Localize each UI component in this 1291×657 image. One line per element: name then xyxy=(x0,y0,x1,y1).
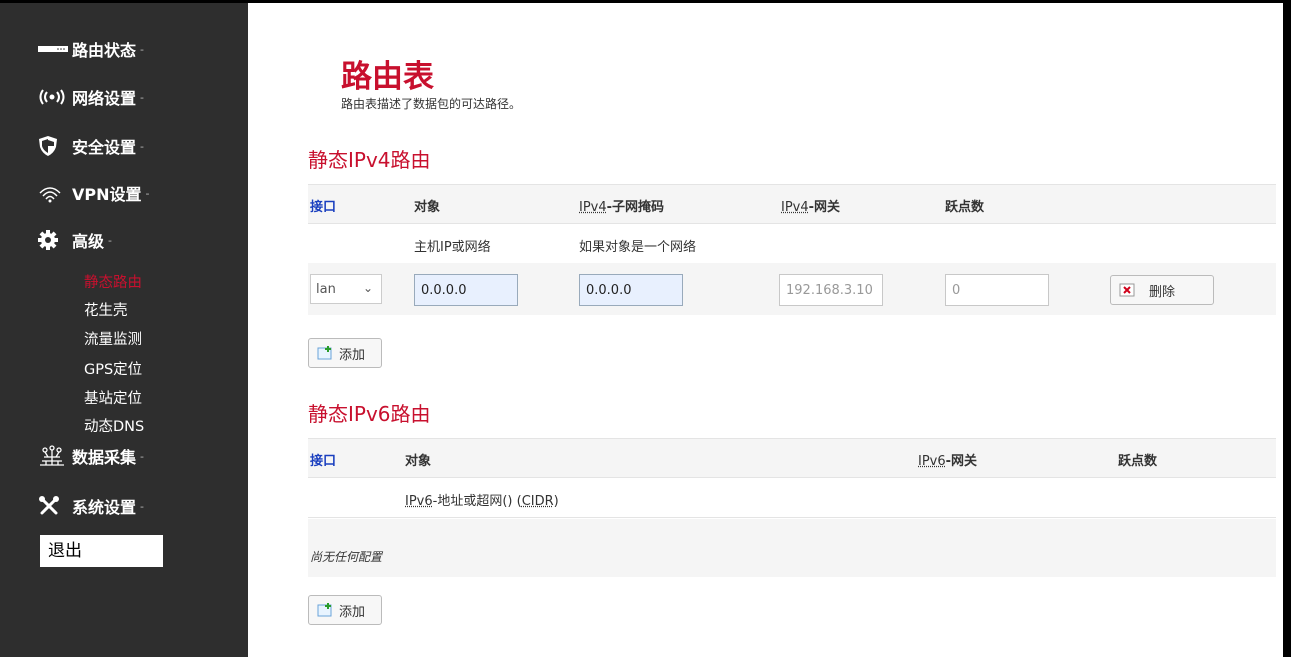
subnav-traffic-monitor[interactable]: 流量监测 xyxy=(84,328,142,349)
add-icon xyxy=(317,346,333,360)
page-description: 路由表描述了数据包的可达路径。 xyxy=(341,97,522,111)
nav-label: 网络设置 xyxy=(72,89,137,108)
header-target: 对象 xyxy=(414,200,441,215)
caret-icon: - xyxy=(145,186,150,200)
caret-icon: - xyxy=(108,233,112,247)
nav-item-security-settings[interactable]: 安全设置 - xyxy=(38,133,144,159)
ipv4-description-row: 主机IP或网络 如果对象是一个网络 xyxy=(308,224,1276,264)
ipv6-table-header: 接口 对象 IPv6-网关 跃点数 xyxy=(308,438,1276,478)
nav-label: 数据采集 xyxy=(72,448,137,467)
netmask-input[interactable]: 0.0.0.0 xyxy=(579,274,683,306)
header-gateway-abbr: IPv4 xyxy=(781,200,809,215)
header-gateway-text: -网关 xyxy=(808,200,841,215)
ipv4-table-header: 接口 对象 IPv4-子网掩码 IPv4-网关 跃点数 xyxy=(308,184,1276,224)
target-hint-text: -地址或超网() ( xyxy=(432,494,522,509)
nav-label: VPN设置 xyxy=(72,185,142,204)
header-interface: 接口 xyxy=(310,200,337,215)
header-gateway: IPv4-网关 xyxy=(781,196,840,215)
nav-item-router-status[interactable]: 路由状态 - xyxy=(38,36,144,62)
target-hint: 主机IP或网络 xyxy=(414,240,491,255)
caret-icon: - xyxy=(140,139,144,153)
ipv6-description-row: IPv6-地址或超网() (CIDR) xyxy=(308,478,1276,518)
target-hint-end: ) xyxy=(553,494,559,509)
header-target: 对象 xyxy=(405,454,432,469)
nav-item-advanced[interactable]: 高级 - xyxy=(38,227,112,253)
delete-button[interactable]: 删除 xyxy=(1110,275,1214,305)
header-gateway-abbr: IPv6 xyxy=(918,454,946,469)
header-gateway: IPv6-网关 xyxy=(918,450,977,469)
header-netmask-abbr: IPv4 xyxy=(579,200,607,215)
header-interface: 接口 xyxy=(310,454,337,469)
wireless-signal-icon xyxy=(38,86,72,108)
main-content: 路由表 路由表描述了数据包的可达路径。 静态IPv4路由 接口 对象 IPv4-… xyxy=(248,3,1283,657)
nav-label: 高级 xyxy=(72,232,105,251)
target-hint: IPv6-地址或超网() (CIDR) xyxy=(405,490,559,509)
caret-icon: - xyxy=(140,499,144,513)
status-bar-icon xyxy=(38,38,72,60)
nav-item-data-collection[interactable]: 数据采集 - xyxy=(38,443,144,469)
delete-label: 删除 xyxy=(1149,284,1176,300)
target-hint-abbr: IPv6 xyxy=(405,494,433,509)
caret-icon: - xyxy=(140,90,144,104)
subnav-gps-location[interactable]: GPS定位 xyxy=(84,358,142,379)
sidebar: 路由状态 - 网络设置 - 安全设置 - VPN设置 - 高级 - 静态路由 花… xyxy=(0,3,248,657)
add-icon xyxy=(317,603,333,617)
metric-input[interactable]: 0 xyxy=(945,274,1049,306)
cidr-abbr: CIDR xyxy=(521,494,554,509)
wifi-icon xyxy=(38,182,72,204)
nav-label: 系统设置 xyxy=(72,498,137,517)
ipv4-section-title: 静态IPv4路由 xyxy=(308,148,431,172)
header-metric: 跃点数 xyxy=(945,200,985,215)
nav-label: 安全设置 xyxy=(72,138,137,157)
page-title: 路由表 xyxy=(341,59,434,95)
nav-item-system-settings[interactable]: 系统设置 - xyxy=(38,493,144,519)
nav-item-network-settings[interactable]: 网络设置 - xyxy=(38,84,144,110)
ipv6-section-title: 静态IPv6路由 xyxy=(308,402,431,426)
interface-select[interactable]: lan ⌄ xyxy=(310,274,382,304)
interface-select-value: lan xyxy=(316,282,336,297)
ipv4-route-row: lan ⌄ 0.0.0.0 0.0.0.0 192.168.3.10 0 删除 xyxy=(308,263,1276,315)
netmask-hint: 如果对象是一个网络 xyxy=(579,240,697,255)
header-netmask: IPv4-子网掩码 xyxy=(579,196,664,215)
empty-message: 尚无任何配置 xyxy=(310,550,383,564)
gear-icon xyxy=(38,229,72,251)
target-input[interactable]: 0.0.0.0 xyxy=(414,274,518,306)
chevron-down-icon: ⌄ xyxy=(362,281,373,295)
ipv6-empty-row: 尚无任何配置 xyxy=(308,519,1276,577)
gateway-input[interactable]: 192.168.3.10 xyxy=(779,274,883,306)
add-label: 添加 xyxy=(339,347,366,363)
caret-icon: - xyxy=(140,449,144,463)
header-netmask-text: -子网掩码 xyxy=(606,200,665,215)
nav-label: 路由状态 xyxy=(72,41,137,60)
nav-item-vpn-settings[interactable]: VPN设置 - xyxy=(38,180,150,206)
ipv4-add-button[interactable]: 添加 xyxy=(308,338,382,368)
shield-icon xyxy=(38,135,72,157)
subnav-cell-location[interactable]: 基站定位 xyxy=(84,387,142,408)
data-collect-icon xyxy=(38,445,72,467)
logout-button[interactable]: 退出 xyxy=(40,535,163,567)
header-metric: 跃点数 xyxy=(1118,454,1158,469)
subnav-peanut-shell[interactable]: 花生壳 xyxy=(84,299,128,320)
delete-icon xyxy=(1119,283,1135,297)
tools-icon xyxy=(38,495,72,517)
ipv6-add-button[interactable]: 添加 xyxy=(308,595,382,625)
header-gateway-text: -网关 xyxy=(945,454,978,469)
subnav-dynamic-dns[interactable]: 动态DNS xyxy=(84,415,144,436)
caret-icon: - xyxy=(140,42,144,56)
app-frame: 路由状态 - 网络设置 - 安全设置 - VPN设置 - 高级 - 静态路由 花… xyxy=(0,3,1283,657)
subnav-static-route[interactable]: 静态路由 xyxy=(84,271,142,292)
add-label: 添加 xyxy=(339,604,366,620)
